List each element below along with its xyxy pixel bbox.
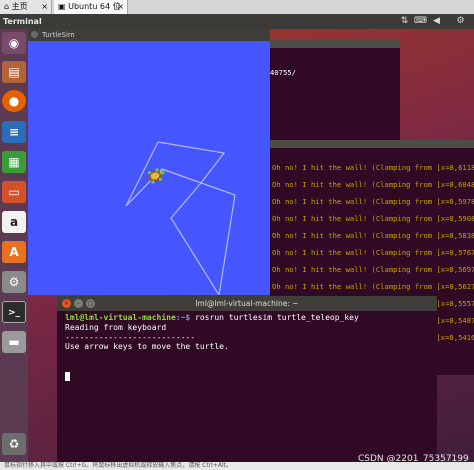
writer-icon[interactable]: ≡ — [2, 121, 26, 143]
tab-ubuntu[interactable]: ▣ Ubuntu 64 位 × — [54, 0, 128, 14]
turtlesim-window[interactable]: TurtleSim — [28, 29, 270, 297]
warning-line: Oh no! I hit the wall! (Clamping from [x… — [272, 231, 474, 240]
output-line: --------------------------- — [65, 333, 196, 342]
close-icon[interactable] — [31, 31, 38, 38]
prompt-path: :~$ — [175, 313, 191, 322]
disk-icon[interactable]: ▬ — [2, 331, 26, 353]
background-terminal-titlebar — [270, 140, 474, 148]
tab-home-label: 主页 — [11, 2, 28, 11]
command-line: lml@lml-virtual-machine:~$ rosrun turtle… — [65, 313, 359, 322]
system-settings-icon[interactable]: ⚙ — [2, 271, 26, 293]
warning-line: Oh no! I hit the wall! (Clamping from [x… — [272, 248, 474, 257]
warning-line: Oh no! I hit the wall! (Clamping from [x… — [272, 214, 474, 223]
tab-home-close-icon[interactable]: × — [41, 0, 48, 14]
home-icon: ⌂ — [4, 2, 10, 11]
output-line: Use arrow keys to move the turtle. — [65, 342, 229, 351]
ubuntu-top-panel: Terminal ⇅ ⌨ ◀ ⚙ — [0, 14, 474, 29]
files-icon[interactable]: ▤ — [2, 61, 26, 83]
warning-line: Oh no! I hit the wall! (Clamping from [x… — [272, 180, 474, 189]
terminal-cursor — [65, 372, 70, 381]
tab-home[interactable]: ⌂ 主页 × — [0, 0, 52, 14]
active-app-title: Terminal — [3, 17, 42, 26]
warning-line: Oh no! I hit the wall! (Clamping from [x… — [272, 163, 474, 172]
output-line: Reading from keyboard — [65, 323, 167, 332]
tab-ubuntu-close-icon[interactable]: × — [117, 0, 124, 14]
volume-icon[interactable]: ◀ — [431, 16, 442, 27]
background-terminal-top[interactable]: 40755/ — [270, 40, 400, 140]
tab-ubuntu-label: Ubuntu 64 位 — [68, 2, 121, 11]
front-terminal-titlebar[interactable]: lml@lml-virtual-machine: ~ × – □ — [57, 296, 437, 311]
keyboard-icon[interactable]: ⌨ — [414, 16, 427, 27]
warning-line: Oh no! I hit the wall! (Clamping from [x… — [272, 282, 474, 291]
turtle-path-svg — [125, 141, 236, 297]
settings-icon[interactable]: ⚙ — [455, 16, 466, 27]
warning-line: Oh no! I hit the wall! (Clamping from [x… — [272, 197, 474, 206]
maximize-icon[interactable]: □ — [86, 299, 95, 308]
turtlesim-canvas — [28, 41, 270, 297]
calc-icon[interactable]: ▦ — [2, 151, 26, 173]
background-terminal-line: 40755/ — [270, 68, 296, 77]
turtle-path — [125, 141, 236, 297]
turtlesim-title: TurtleSim — [42, 31, 75, 39]
trash-icon[interactable]: ♻ — [2, 433, 26, 455]
vmware-status-strip: 鼠标指针移入其中或按 Ctrl+G。将鼠标移出虚拟机或释放输入焦点，请按 Ctr… — [0, 462, 474, 470]
impress-icon[interactable]: ▭ — [2, 181, 26, 203]
amazon-icon[interactable]: a — [2, 211, 26, 233]
turtlesim-titlebar[interactable]: TurtleSim — [28, 29, 270, 41]
ubuntu-dash-icon[interactable]: ◉ — [2, 32, 26, 54]
minimize-icon[interactable]: – — [74, 299, 83, 308]
prompt-user: lml@lml-virtual-machine — [65, 313, 176, 322]
vmware-hint-text: 鼠标指针移入其中或按 Ctrl+G。将鼠标移出虚拟机或释放输入焦点，请按 Ctr… — [4, 462, 232, 469]
background-terminal-titlebar — [270, 40, 400, 48]
launcher: ◉ ▤ ● ≡ ▦ ▭ a A ⚙ >_ ▬ ♻ — [0, 29, 28, 470]
vmware-tab-bar: ⌂ 主页 × ▣ Ubuntu 64 位 × — [0, 0, 474, 15]
firefox-icon[interactable]: ● — [2, 90, 26, 112]
vm-icon: ▣ — [58, 2, 66, 11]
network-icon[interactable]: ⇅ — [399, 16, 410, 27]
software-center-icon[interactable]: A — [2, 241, 26, 263]
terminal-icon[interactable]: >_ — [2, 301, 26, 323]
command-text: rosrun turtlesim turtle_teleop_key — [190, 313, 359, 322]
close-icon[interactable]: × — [62, 299, 71, 308]
front-terminal-title: lml@lml-virtual-machine: ~ — [195, 299, 299, 308]
warning-line: Oh no! I hit the wall! (Clamping from [x… — [272, 265, 474, 274]
front-terminal-window[interactable]: lml@lml-virtual-machine: ~ × – □ lml@lml… — [57, 296, 437, 470]
